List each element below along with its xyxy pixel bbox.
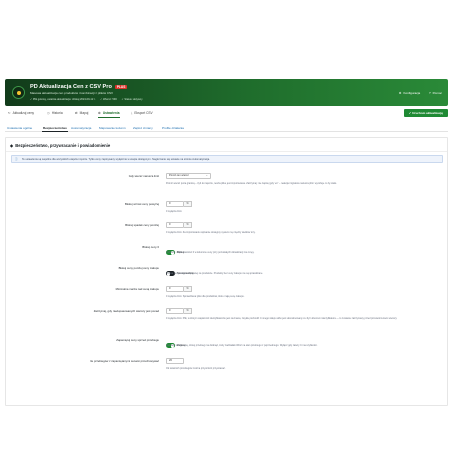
toolbar-item-mapuj[interactable]: ⇄ Mapuj	[75, 111, 88, 115]
download-icon: ⤓	[131, 111, 133, 115]
setting-help: Ochrona: wiąże wartości 0 w kolumnie cen…	[166, 251, 255, 254]
plus-badge: PLUS	[114, 84, 128, 89]
header-link-config[interactable]: ⚙ Konfiguracja	[399, 91, 420, 95]
tab-columns[interactable]: Mapowanie kolumn	[99, 126, 126, 130]
min-margin-input[interactable]: 0	[166, 286, 184, 292]
panel-title-text: Bezpieczeństwo, przywracanie i powiadomi…	[15, 143, 111, 148]
setting-label: Blokuj wzrost ceny powyżej	[124, 202, 159, 206]
module-header: PD Aktualizacja Cen z CSV Pro PLUS Masowa…	[5, 79, 448, 106]
shield-icon: ◆	[10, 143, 14, 148]
setting-help: Od ostatnich przebiegów można przywrócić…	[166, 367, 226, 370]
history-icon: ◷	[47, 111, 50, 115]
toolbar-item-label: Ustawienia	[102, 111, 120, 115]
meta-rows: ✓ Wiersz: 593	[100, 98, 117, 101]
setting-label: Gdy wiersz narusza limit	[128, 174, 159, 178]
limit-action-select[interactable]: Pomiń ten wiersz	[166, 173, 211, 179]
divider	[6, 151, 447, 152]
panel-title: ◆ Bezpieczeństwo, przywracanie i powiadom…	[10, 143, 110, 148]
toolbar-item-aktualizuj[interactable]: ↻ Aktualizuj ceny	[8, 111, 34, 115]
percent-unit: %	[184, 201, 192, 207]
toolbar-item-label: Mapuj	[79, 111, 89, 115]
setting-help: Używa ceny zakupu zapisanej na produkcie…	[166, 272, 264, 275]
setting-help: Pomiń wiersz poza granicą – tryb do rapo…	[166, 182, 337, 185]
setting-help: 0 wyłącza limit. Za importowaniu wpisani…	[166, 231, 256, 234]
meta-status: ✓ Status: aktywny	[121, 98, 143, 101]
swap-icon: ⇄	[75, 111, 78, 115]
percent-unit: %	[184, 308, 192, 314]
max-decrease-input[interactable]: 0	[166, 222, 184, 228]
info-notice: ⓘ Te ustawienia są wspólne dla wszystkich…	[11, 155, 443, 163]
setting-label: Blokuj ceny poniżej ceny zakupu	[118, 266, 159, 270]
toolbar-item-label: Aktualizuj ceny	[12, 111, 34, 115]
meta-file: ✓ Plik gotowy, ostatnia aktualizacja: dz…	[30, 98, 96, 101]
tab-security[interactable]: Bezpieczeństwo	[42, 126, 68, 132]
module-page: PD Aktualizacja Cen z CSV Pro PLUS Masowa…	[0, 76, 452, 406]
security-panel: ◆ Bezpieczeństwo, przywracanie i powiadom…	[5, 137, 448, 406]
module-toolbar: ↻ Aktualizuj ceny ◷ Historia ⇄ Mapuj ⚙ Ustaw…	[5, 109, 448, 119]
header-link-config-label: Konfiguracja	[403, 91, 421, 95]
gear-icon: ⚙	[398, 91, 402, 95]
tab-automation[interactable]: Automatyzacja	[71, 126, 91, 130]
info-icon: ⓘ	[15, 158, 18, 161]
settings-tabs: Ustawienia ogólne Bezpieczeństwo Automat…	[5, 124, 448, 132]
module-logo	[12, 86, 25, 99]
module-title-text: PD Aktualizacja Cen z CSV Pro	[30, 84, 112, 90]
tab-general[interactable]: Ustawienia ogólne	[7, 126, 32, 130]
module-title: PD Aktualizacja Cen z CSV Pro PLUS	[30, 84, 128, 90]
setting-help: 0 wyłącza limit. Sprawdzana tylko dla pr…	[166, 295, 245, 298]
percent-unit: %	[184, 286, 192, 292]
setting-help: Zapisuje każdą cenę, której przebieg ma …	[166, 344, 318, 347]
gear-icon: ⚙	[98, 111, 101, 115]
toolbar-item-label: Historia	[51, 111, 63, 115]
max-increase-input[interactable]: 0	[166, 201, 184, 207]
setting-label: Minimalna marża nad ceną zakupu	[115, 287, 159, 291]
header-link-help-label: Pomoc	[432, 91, 442, 95]
header-links: ⚙ Konfiguracja ? Pomoc	[391, 91, 442, 95]
run-update-button[interactable]: ✓ Uruchom aktualizację	[403, 109, 448, 117]
module-meta: ✓ Plik gotowy, ostatnia aktualizacja: dz…	[30, 98, 147, 101]
percent-unit: %	[184, 222, 192, 228]
setting-help: 0 wyłącza limit.	[166, 210, 183, 213]
refresh-icon: ↻	[8, 111, 11, 115]
toolbar-item-label: Eksport CSV	[134, 111, 153, 115]
setting-label: Zapamiętuj ceny sprzed przebiegu	[116, 338, 159, 342]
module-subtitle: Masowa aktualizacja cen produktów i komb…	[30, 91, 114, 95]
help-icon: ?	[428, 91, 431, 95]
toolbar-item-ustawienia[interactable]: ⚙ Ustawienia	[98, 111, 120, 118]
setting-help: 0 wyłącza limit. Plik, w którym większoś…	[166, 317, 398, 320]
setting-label: Blokuj spadek ceny poniżej	[125, 223, 159, 227]
toolbar-item-historia[interactable]: ◷ Historia	[47, 111, 63, 115]
setting-label: Blokuj ceny 0	[142, 245, 159, 249]
unmatched-limit-input[interactable]: 0	[166, 308, 184, 314]
setting-row-limit-action: Gdy wiersz narusza limit Pomiń ten wiers…	[6, 173, 449, 185]
tab-profiles[interactable]: Profile działania	[162, 126, 184, 130]
toolbar-item-eksport[interactable]: ⤓ Eksport CSV	[131, 111, 153, 115]
setting-label: Ile przebiegów z zapamiętanymi cenami pr…	[90, 359, 159, 363]
setting-label: Zatrzymaj, gdy niedopasowanych wierszy j…	[93, 309, 159, 313]
info-notice-text: Te ustawienia są wspólne dla wszystkich …	[22, 158, 210, 161]
history-count-input[interactable]: 20	[166, 358, 184, 364]
tab-save[interactable]: Zapisz zmiany	[133, 126, 153, 130]
header-link-help[interactable]: ? Pomoc	[429, 91, 442, 95]
